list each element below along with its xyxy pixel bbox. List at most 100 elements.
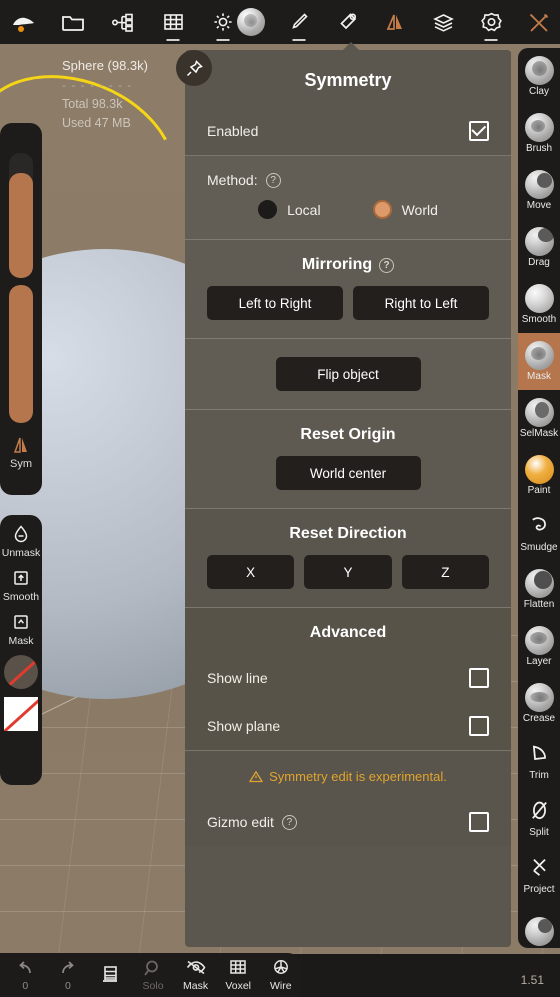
- toolbar-right-group: [236, 7, 554, 37]
- brush-item-mask[interactable]: Mask: [518, 333, 560, 390]
- right-to-left-button[interactable]: Right to Left: [353, 286, 489, 320]
- voxel-button[interactable]: Voxel: [219, 958, 258, 992]
- brush-item-flatten[interactable]: Flatten: [518, 561, 560, 618]
- world-center-button[interactable]: World center: [275, 456, 421, 490]
- symmetry-icon[interactable]: [380, 7, 410, 37]
- settings-gear-icon[interactable]: [476, 7, 506, 37]
- layers-list-icon: [104, 966, 118, 981]
- material-sphere-icon[interactable]: [236, 7, 266, 37]
- mirroring-title-group: Mirroring ?: [185, 240, 511, 286]
- undo-button[interactable]: 0: [6, 959, 45, 992]
- solo-label: Solo: [142, 980, 164, 992]
- brush-label: Paint: [527, 485, 551, 496]
- paint-bucket-icon[interactable]: [332, 7, 362, 37]
- radio-option-local[interactable]: Local: [258, 200, 321, 219]
- sidebar-item-unmask[interactable]: Unmask: [2, 523, 40, 559]
- redo-count: 0: [64, 979, 71, 992]
- brush-icon[interactable]: [284, 7, 314, 37]
- mask-eye-icon: [186, 960, 206, 975]
- page-title: Symmetry: [304, 70, 392, 90]
- enabled-checkbox[interactable]: [469, 121, 489, 141]
- show-plane-checkbox[interactable]: [469, 716, 489, 736]
- world-radio[interactable]: [372, 200, 392, 219]
- brush-item-trim[interactable]: Trim: [518, 732, 560, 789]
- gizmo-edit-checkbox[interactable]: [469, 812, 489, 832]
- local-label: Local: [287, 201, 321, 218]
- brush-item-drag[interactable]: Drag: [518, 219, 560, 276]
- brush-label: Trim: [529, 770, 549, 781]
- enabled-row[interactable]: Enabled: [185, 107, 511, 155]
- solo-button[interactable]: Solo: [134, 958, 173, 992]
- show-line-row[interactable]: Show line: [185, 654, 511, 702]
- tools-icon[interactable]: [524, 7, 554, 37]
- brush-label: Move: [526, 200, 552, 211]
- experimental-warning: Symmetry edit is experimental.: [185, 751, 511, 798]
- brush-label: Mask: [527, 371, 551, 382]
- gizmo-edit-row[interactable]: Gizmo edit ?: [185, 798, 511, 846]
- show-line-checkbox[interactable]: [469, 668, 489, 688]
- gizmo-help-icon[interactable]: ?: [281, 814, 297, 830]
- brush-item-smooth[interactable]: Smooth: [518, 276, 560, 333]
- gizmo-label-group: Gizmo edit ?: [207, 814, 297, 830]
- sidebar-item-mask[interactable]: Mask: [8, 611, 34, 647]
- sym-toggle-button[interactable]: Sym: [0, 435, 42, 470]
- mirroring-help-icon[interactable]: ?: [379, 257, 395, 273]
- layers-icon[interactable]: [428, 7, 458, 37]
- brush-item-project[interactable]: Project: [518, 846, 560, 903]
- redo-button[interactable]: 0: [49, 959, 88, 992]
- brush-item-selmask[interactable]: SelMask: [518, 390, 560, 447]
- brush-item-more[interactable]: [518, 903, 560, 948]
- brush-item-clay[interactable]: Clay: [518, 48, 560, 105]
- warning-triangle-icon: [249, 770, 264, 783]
- brush-item-smudge[interactable]: Smudge: [518, 504, 560, 561]
- panel-header-section: Symmetry Enabled: [185, 50, 511, 156]
- layers-list-button[interactable]: [91, 964, 130, 986]
- light-icon[interactable]: [208, 7, 238, 37]
- intensity-slider[interactable]: [9, 285, 33, 423]
- radius-slider[interactable]: [9, 153, 33, 278]
- gizmo-edit-label: Gizmo edit: [207, 814, 274, 830]
- mirroring-section: Mirroring ? Left to Right Right to Left: [185, 240, 511, 339]
- color-swatch-disabled[interactable]: [4, 697, 38, 731]
- pin-panel-button[interactable]: [176, 50, 212, 86]
- flip-object-button[interactable]: Flip object: [275, 357, 421, 391]
- brush-label: Flatten: [523, 599, 555, 610]
- brush-label: Project: [523, 884, 555, 895]
- reset-direction-button-row: X Y Z: [185, 555, 511, 607]
- local-radio[interactable]: [258, 200, 278, 219]
- sidebar-item-smooth[interactable]: Smooth: [3, 567, 39, 603]
- radio-option-world[interactable]: World: [372, 200, 438, 219]
- reset-direction-title: Reset Direction: [289, 525, 407, 542]
- wire-button[interactable]: Wire: [261, 958, 300, 992]
- brush-item-layer[interactable]: Layer: [518, 618, 560, 675]
- mask-toggle-button[interactable]: Mask: [176, 958, 215, 992]
- show-plane-row[interactable]: Show plane: [185, 702, 511, 750]
- left-sidebar-mask-tools: Unmask Smooth Mask: [0, 515, 42, 785]
- sculpt-logo-icon[interactable]: [8, 7, 38, 37]
- folder-icon[interactable]: [58, 7, 88, 37]
- clay-brush-icon: [524, 56, 554, 85]
- brush-item-crease[interactable]: Crease: [518, 675, 560, 732]
- axis-x-button[interactable]: X: [207, 555, 295, 589]
- solo-icon: [144, 960, 158, 976]
- scene-graph-icon[interactable]: [108, 7, 138, 37]
- method-help-icon[interactable]: ?: [265, 172, 281, 188]
- material-swatch-disabled[interactable]: [4, 655, 38, 689]
- method-label-group: Method: ?: [207, 172, 489, 188]
- top-toolbar: [0, 0, 560, 44]
- left-to-right-button[interactable]: Left to Right: [207, 286, 343, 320]
- brush-item-split[interactable]: Split: [518, 789, 560, 846]
- axis-y-button[interactable]: Y: [304, 555, 392, 589]
- reset-origin-title: Reset Origin: [300, 426, 396, 443]
- grid-icon[interactable]: [158, 7, 188, 37]
- brush-item-brush[interactable]: Brush: [518, 105, 560, 162]
- brush-brush-icon: [524, 113, 554, 142]
- app-version: 1.51: [520, 973, 544, 987]
- brush-item-paint[interactable]: Paint: [518, 447, 560, 504]
- axis-z-button[interactable]: Z: [401, 555, 489, 589]
- paint-brush-icon: [524, 455, 554, 484]
- smooth-brush-icon: [524, 284, 554, 313]
- brush-item-move[interactable]: Move: [518, 162, 560, 219]
- reset-direction-section: Reset Direction X Y Z: [185, 509, 511, 608]
- brush-label: Smudge: [520, 542, 558, 553]
